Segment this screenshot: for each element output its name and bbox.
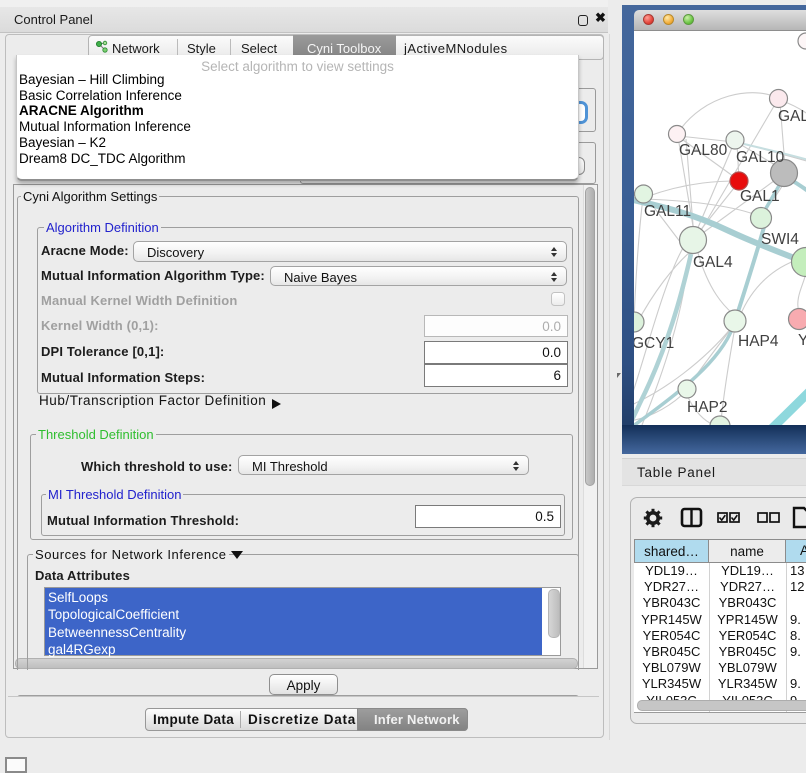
svg-text:GAL10: GAL10 [736,149,785,166]
svg-text:GAL1: GAL1 [740,188,780,205]
svg-text:GAL4: GAL4 [693,254,733,271]
svg-text:GAL7: GAL7 [778,108,806,125]
svg-text:GCY1: GCY1 [634,335,674,352]
svg-text:GAL80: GAL80 [679,142,728,159]
svg-text:Y: Y [798,332,806,349]
svg-text:HAP2: HAP2 [687,399,728,416]
svg-text:GAL11: GAL11 [644,203,691,220]
svg-text:HAP4: HAP4 [738,333,779,350]
svg-text:SWI4: SWI4 [761,231,799,248]
